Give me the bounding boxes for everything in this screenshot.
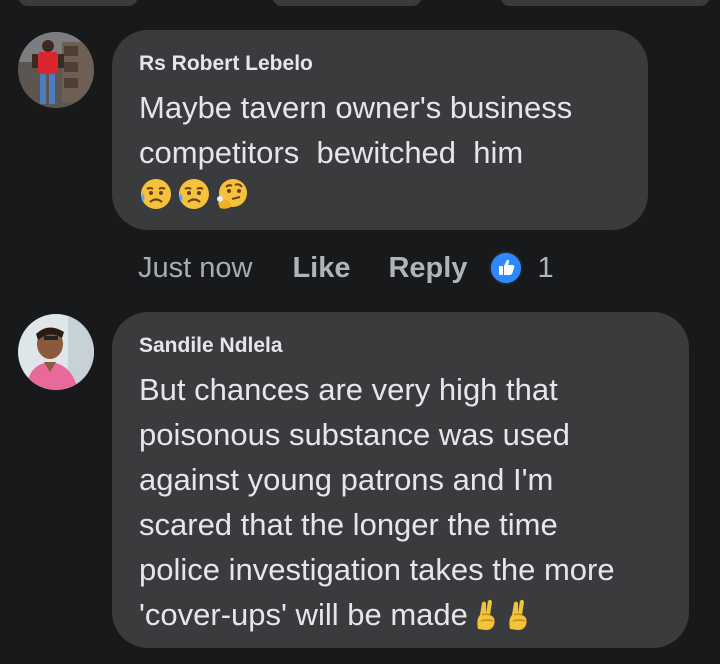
- comment-actions: Just now Like Reply 1: [138, 248, 554, 288]
- reaction-count: 1: [537, 251, 554, 284]
- comment-author[interactable]: Rs Robert Lebelo: [139, 52, 622, 76]
- reply-button[interactable]: Reply: [388, 252, 467, 285]
- crossed-fingers-emoji-icon: [477, 599, 495, 630]
- comment-author[interactable]: Sandile Ndlela: [139, 334, 663, 358]
- comment-text-body: But chances are very high that poisonous…: [139, 372, 615, 632]
- comment-timestamp[interactable]: Just now: [138, 252, 252, 285]
- comment-text: But chances are very high that poisonous…: [139, 367, 663, 637]
- previous-content-edge: [0, 0, 720, 6]
- like-button[interactable]: Like: [292, 252, 350, 285]
- thumbs-up-icon: [489, 251, 524, 285]
- sad-sweat-emoji-icon: [141, 179, 171, 209]
- comment-bubble: Sandile Ndlela But chances are very high…: [112, 312, 689, 648]
- thinking-emoji-icon: [217, 179, 247, 209]
- crossed-fingers-emoji-icon: [509, 599, 527, 630]
- comment-bubble: Rs Robert Lebelo Maybe tavern owner's bu…: [112, 30, 648, 230]
- comment-text: Maybe tavern owner's business competitor…: [139, 90, 573, 170]
- avatar[interactable]: [18, 314, 94, 390]
- avatar[interactable]: [18, 32, 94, 108]
- sad-sweat-emoji-icon: [179, 179, 209, 209]
- emoji-row: [139, 177, 622, 211]
- reaction-summary[interactable]: 1: [489, 251, 554, 285]
